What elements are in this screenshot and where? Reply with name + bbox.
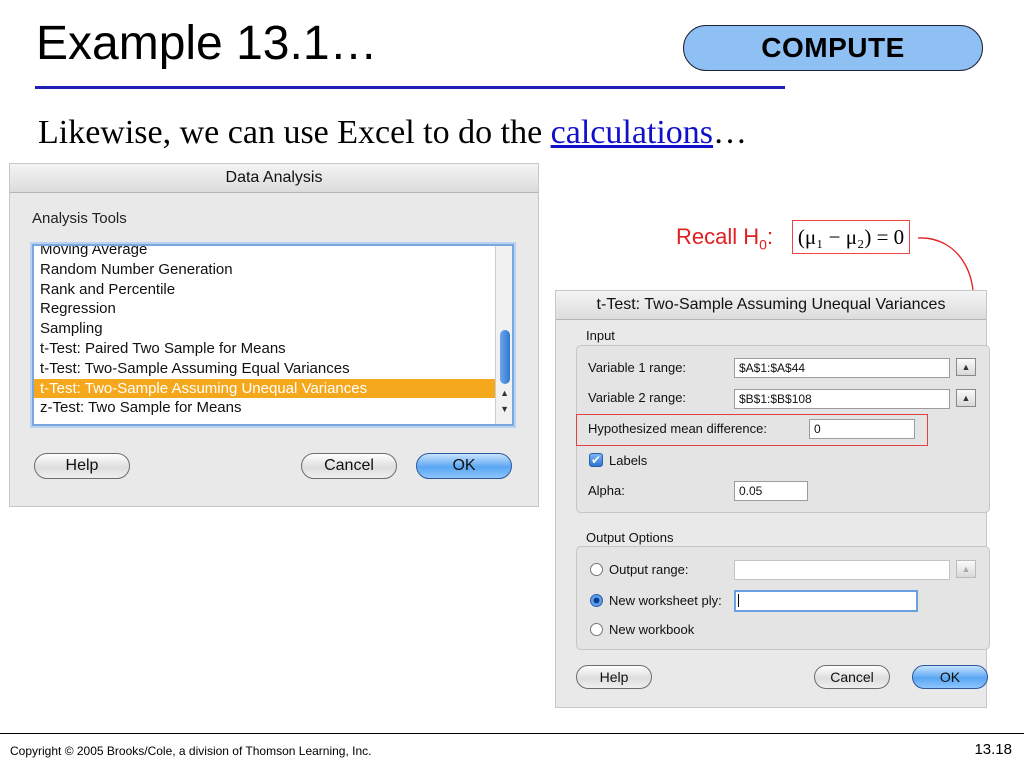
ok-button[interactable]: OK <box>912 665 988 689</box>
new-worksheet-ply-label: New worksheet ply: <box>609 593 722 608</box>
new-workbook-radio[interactable] <box>590 623 603 636</box>
variable-2-label: Variable 2 range: <box>588 390 687 405</box>
range-picker-icon[interactable]: ▲ <box>956 560 976 578</box>
output-range-input[interactable] <box>734 560 950 580</box>
range-picker-icon[interactable]: ▲ <box>956 358 976 376</box>
input-section-label: Input <box>586 328 615 343</box>
range-picker-icon[interactable]: ▲ <box>956 389 976 407</box>
labels-checkbox[interactable]: ✔ <box>589 453 603 467</box>
help-button[interactable]: Help <box>576 665 652 689</box>
new-worksheet-ply-input[interactable] <box>734 590 918 612</box>
hypothesized-mean-input[interactable]: 0 <box>809 419 915 439</box>
new-worksheet-ply-radio[interactable] <box>590 594 603 607</box>
hypothesized-mean-label: Hypothesized mean difference: <box>588 421 767 436</box>
variable-1-range-input[interactable]: $A$1:$A$44 <box>734 358 950 378</box>
labels-label: Labels <box>609 453 648 468</box>
alpha-input[interactable]: 0.05 <box>734 481 808 501</box>
output-range-label: Output range: <box>609 562 689 577</box>
cancel-button[interactable]: Cancel <box>814 665 890 689</box>
output-options-label: Output Options <box>586 530 674 545</box>
ttest-dialog: t-Test: Two-Sample Assuming Unequal Vari… <box>556 291 990 707</box>
copyright-notice: Copyright © 2005 Brooks/Cole, a division… <box>10 744 372 758</box>
variable-2-range-input[interactable]: $B$1:$B$108 <box>734 389 950 409</box>
alpha-label: Alpha: <box>588 483 625 498</box>
new-workbook-label: New workbook <box>609 622 695 637</box>
variable-1-label: Variable 1 range: <box>588 360 687 375</box>
ttest-dialog-title: t-Test: Two-Sample Assuming Unequal Vari… <box>556 291 986 320</box>
page-number: 13.18 <box>974 741 1012 758</box>
output-range-radio[interactable] <box>590 563 603 576</box>
text-cursor <box>738 594 739 607</box>
footer-rule <box>0 733 1024 734</box>
